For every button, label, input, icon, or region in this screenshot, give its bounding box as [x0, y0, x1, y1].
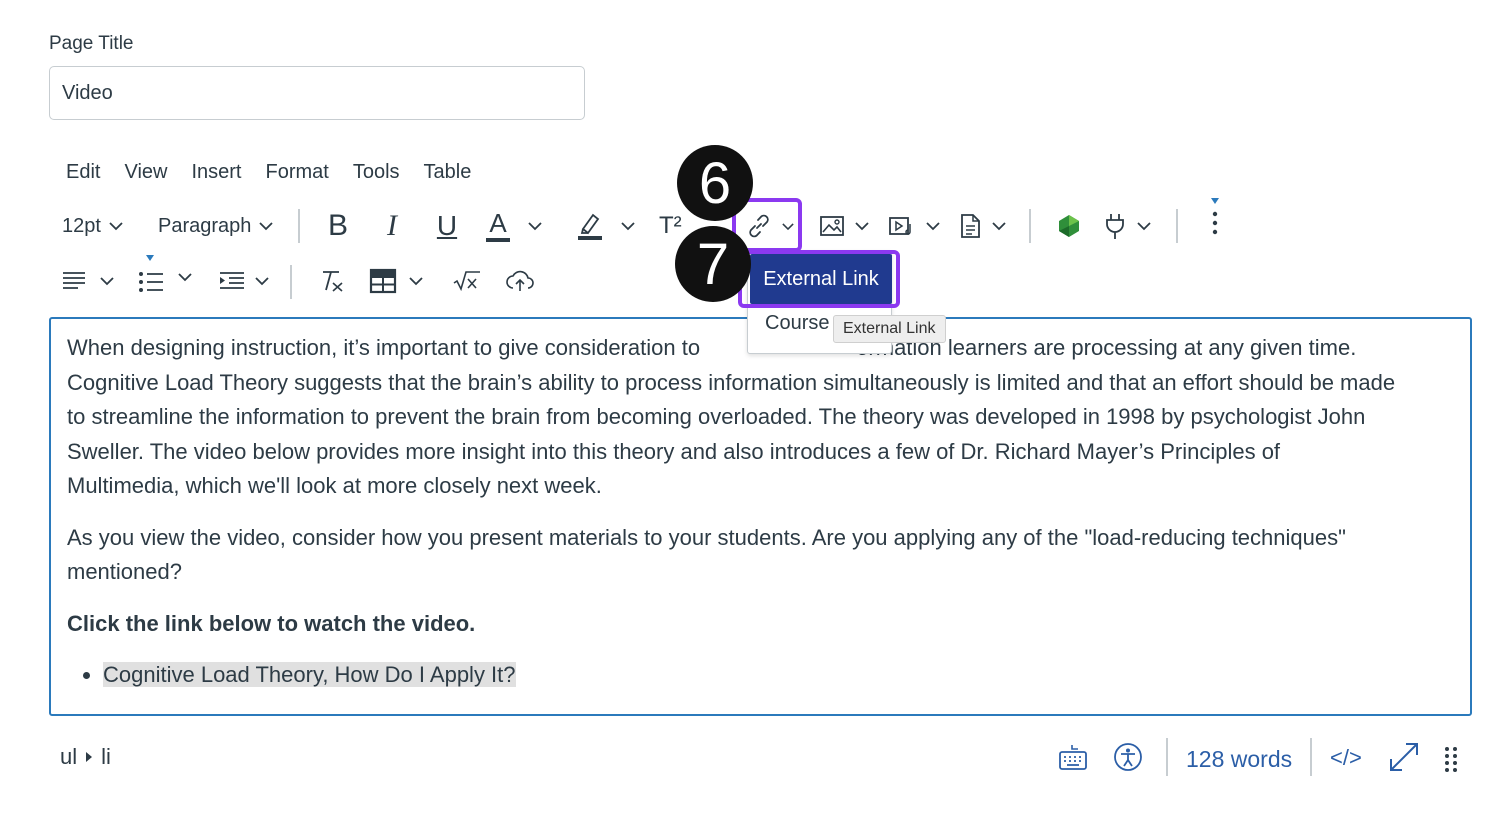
underline-icon: U: [436, 210, 458, 241]
indent-icon: [220, 272, 244, 289]
plug-icon: [1106, 214, 1124, 239]
toolbar-divider: [1029, 209, 1031, 243]
keyboard-shortcuts-button[interactable]: [1057, 742, 1089, 774]
media-button[interactable]: [888, 206, 940, 246]
menu-view[interactable]: View: [112, 158, 179, 186]
chevron-down-icon: [855, 222, 869, 231]
caret-right-icon: [86, 752, 93, 762]
chevron-down-icon: [621, 222, 635, 231]
highlight-color-button[interactable]: [577, 206, 635, 246]
table-button[interactable]: [369, 263, 423, 299]
chevron-down-icon: [926, 222, 940, 231]
text-color-icon: A: [486, 210, 510, 242]
toolbar-divider: [290, 265, 292, 299]
accessibility-icon: [1114, 743, 1142, 771]
accessibility-checker-button[interactable]: [1112, 741, 1144, 773]
expand-icon: [1390, 743, 1418, 771]
clear-formatting-icon: [323, 271, 343, 292]
italic-button[interactable]: I: [374, 206, 410, 246]
resize-handle[interactable]: [1441, 744, 1461, 774]
editor-menubar: Edit View Insert Format Tools Table: [54, 158, 483, 186]
code-icon: </>: [1330, 745, 1362, 770]
editor-paragraph: As you view the video, consider how you …: [67, 524, 1346, 585]
square-root-icon: [453, 271, 480, 292]
align-button[interactable]: [62, 263, 114, 299]
page-title-input[interactable]: [49, 66, 585, 120]
document-icon: [961, 214, 980, 238]
rich-text-editor[interactable]: When designing instruction, it’s importa…: [49, 317, 1472, 716]
text-color-button[interactable]: A: [486, 206, 542, 246]
toolbar-divider: [298, 209, 300, 243]
element-path: ul li: [60, 744, 111, 770]
editor-paragraph-bold: Click the link below to watch the video.: [67, 610, 476, 636]
block-format-value: Paragraph: [158, 214, 252, 237]
plugins-button[interactable]: [1103, 206, 1151, 246]
drag-handle-icon: [1445, 747, 1457, 772]
menu-tools[interactable]: Tools: [341, 158, 412, 186]
chevron-down-icon: [259, 222, 274, 231]
app-logo-icon: [1059, 215, 1079, 237]
more-vertical-icon: [1211, 198, 1219, 235]
table-icon: [369, 268, 397, 294]
statusbar-divider: [1310, 738, 1312, 776]
clear-formatting-button[interactable]: [316, 263, 346, 299]
superscript-icon: T²: [659, 212, 682, 239]
tooltip: External Link: [833, 315, 946, 343]
superscript-button[interactable]: T²: [659, 206, 682, 246]
step-badge-7: 7: [675, 226, 751, 302]
menu-edit[interactable]: Edit: [54, 158, 112, 186]
cloud-upload-button[interactable]: [504, 263, 536, 299]
word-count[interactable]: 128 words: [1186, 746, 1292, 773]
menu-table[interactable]: Table: [412, 158, 484, 186]
chevron-down-icon: [100, 277, 114, 286]
document-button[interactable]: [958, 206, 1006, 246]
font-size-select[interactable]: 12pt: [62, 208, 123, 244]
image-icon: [820, 216, 844, 236]
chevron-down-icon: [409, 277, 423, 286]
equation-button[interactable]: [452, 263, 482, 299]
path-li[interactable]: li: [101, 744, 111, 770]
chevron-down-icon: [255, 277, 269, 286]
menu-format[interactable]: Format: [254, 158, 341, 186]
step-badge-6: 6: [677, 145, 753, 221]
image-button[interactable]: [819, 206, 869, 246]
toolbar-divider: [1176, 209, 1178, 243]
editor-paragraph: When designing instruction, it’s importa…: [67, 335, 1396, 498]
chevron-down-icon: [109, 222, 123, 231]
bold-icon: B: [327, 209, 348, 242]
more-options-button[interactable]: [1203, 198, 1227, 238]
menu-item-course-link[interactable]: Course: [765, 312, 829, 335]
bullet-list-button[interactable]: [138, 254, 192, 300]
keyboard-icon: [1059, 745, 1087, 770]
underline-button[interactable]: U: [429, 206, 465, 246]
chevron-down-icon: [992, 222, 1006, 231]
statusbar-divider: [1166, 738, 1168, 776]
apps-button[interactable]: [1055, 208, 1083, 244]
bullet-list-icon: [139, 255, 163, 292]
bold-button[interactable]: B: [320, 206, 356, 246]
highlight-external-link: [738, 250, 900, 308]
cloud-icon: [506, 270, 534, 291]
italic-icon: I: [387, 209, 397, 242]
chevron-down-icon: [528, 222, 542, 231]
list-item: Cognitive Load Theory, How Do I Apply It…: [103, 658, 1454, 692]
fullscreen-button[interactable]: [1387, 740, 1421, 774]
path-ul[interactable]: ul: [60, 744, 77, 770]
chevron-down-icon: [178, 273, 192, 282]
page-title-label: Page Title: [49, 33, 134, 54]
highlighter-icon: [578, 213, 602, 240]
media-icon: [889, 217, 911, 235]
selected-link-text[interactable]: Cognitive Load Theory, How Do I Apply It…: [103, 662, 516, 687]
html-editor-toggle[interactable]: </>: [1330, 743, 1362, 773]
font-size-value: 12pt: [62, 214, 101, 237]
chevron-down-icon: [1137, 222, 1151, 231]
align-left-icon: [63, 272, 85, 289]
indent-button[interactable]: [219, 263, 269, 299]
editor-bullet-list: Cognitive Load Theory, How Do I Apply It…: [103, 658, 1454, 692]
block-format-select[interactable]: Paragraph: [158, 208, 274, 244]
menu-insert[interactable]: Insert: [179, 158, 253, 186]
